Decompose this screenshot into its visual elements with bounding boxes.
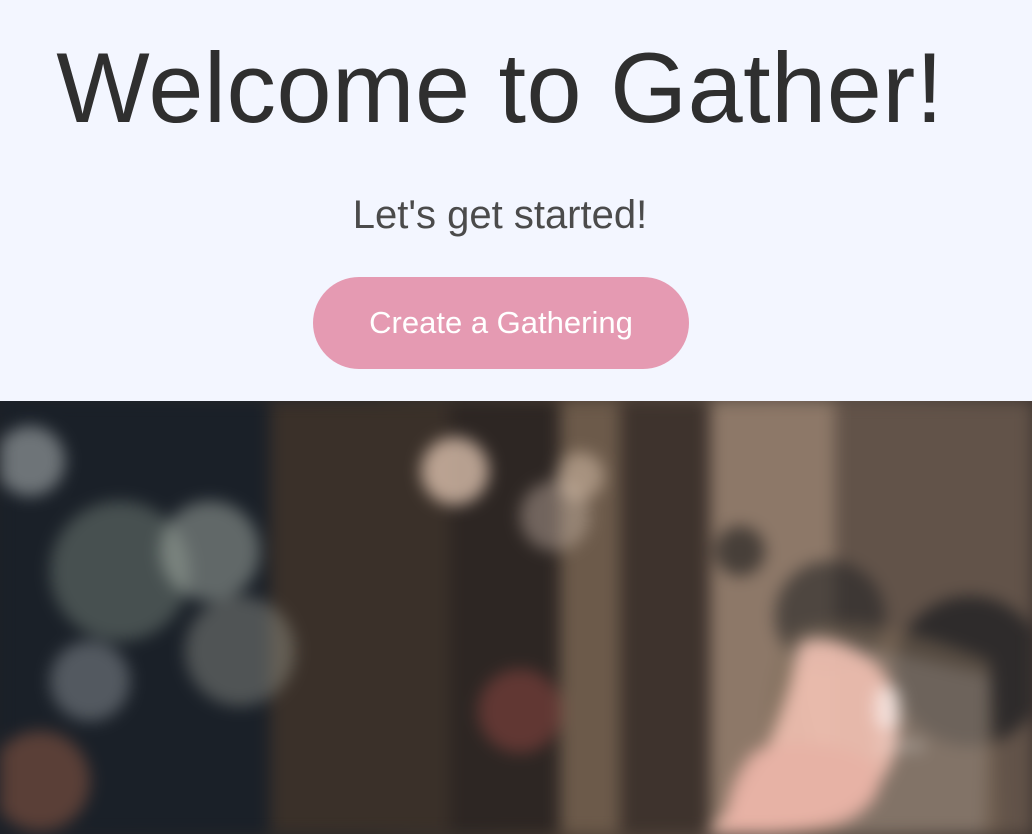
create-gathering-button[interactable]: Create a Gathering <box>313 277 689 369</box>
hero-photo <box>0 401 1032 834</box>
page-subtitle: Let's get started! <box>352 193 648 237</box>
page-title: Welcome to Gather! <box>56 32 944 143</box>
welcome-header: Welcome to Gather! Let's get started! Cr… <box>0 0 1032 401</box>
blurred-bar-photo <box>0 401 1032 834</box>
